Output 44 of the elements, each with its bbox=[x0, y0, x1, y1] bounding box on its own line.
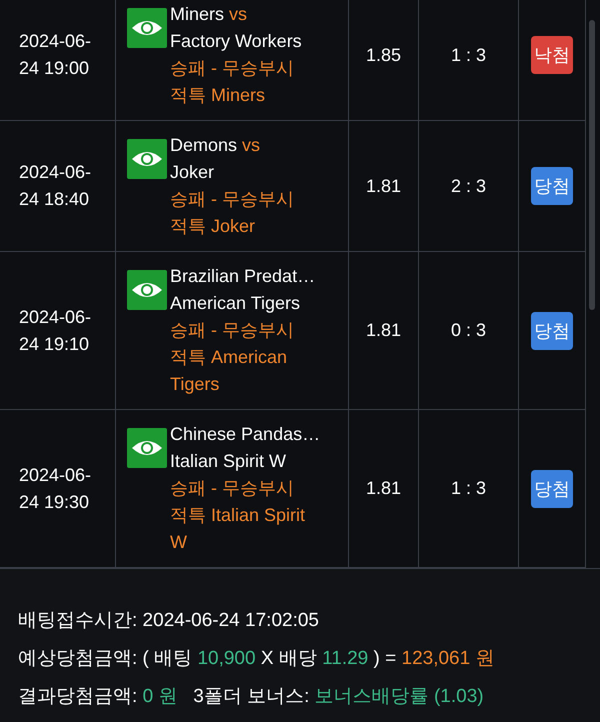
odds: 1.85 bbox=[366, 44, 402, 66]
result-badge: 당첨 bbox=[531, 312, 573, 350]
home-team: Demons vs bbox=[170, 134, 262, 157]
scrollbar[interactable] bbox=[589, 20, 595, 310]
bet-market: 승패 - 무승부시 적특 Joker bbox=[170, 188, 295, 238]
home-team: Chinese Pandas… bbox=[170, 423, 322, 446]
odds: 1.81 bbox=[366, 174, 402, 198]
result-badge: 당첨 bbox=[531, 470, 573, 508]
summary-text: 123,061 원 bbox=[402, 648, 494, 669]
summary-text: 3폴더 보너스: bbox=[192, 686, 310, 707]
view-icon[interactable] bbox=[127, 270, 167, 310]
bet-time: 2024-06-24 19:10 bbox=[19, 306, 92, 356]
score: 0 : 3 bbox=[450, 319, 486, 342]
summary-text: 11.29 bbox=[322, 648, 368, 669]
bet-market: 승패 - 무승부시 적특 American Tigers bbox=[170, 319, 295, 396]
away-team: Factory Workers bbox=[170, 30, 303, 53]
score: 1 : 3 bbox=[450, 44, 486, 66]
view-icon[interactable] bbox=[127, 8, 167, 48]
summary-text: X 배당 bbox=[260, 648, 318, 669]
away-team: Joker bbox=[170, 161, 216, 184]
summary-text: 0 원 bbox=[142, 686, 178, 707]
result-badge: 당첨 bbox=[531, 167, 573, 205]
result-badge: 낙첨 bbox=[531, 36, 573, 74]
bet-market: 승패 - 무승부시 적특 Italian Spirit W bbox=[170, 477, 306, 554]
away-team: Italian Spirit W bbox=[170, 450, 288, 473]
bet-market: 승패 - 무승부시 적특 Miners bbox=[170, 57, 295, 107]
odds: 1.81 bbox=[366, 319, 402, 342]
score: 1 : 3 bbox=[450, 477, 486, 500]
odds: 1.81 bbox=[366, 477, 402, 500]
view-icon[interactable] bbox=[127, 139, 167, 179]
summary-text: 보너스배당률 (1.03) bbox=[314, 686, 484, 707]
bet-time: 2024-06-24 19:30 bbox=[19, 464, 92, 514]
bet-time: 2024-06-24 18:40 bbox=[19, 161, 92, 211]
home-team: Miners vs bbox=[170, 3, 248, 26]
summary-text: ) = bbox=[372, 648, 398, 669]
view-icon[interactable] bbox=[127, 428, 167, 468]
score: 2 : 3 bbox=[450, 174, 486, 198]
summary-text: 예상당첨금액: ( 배팅 bbox=[18, 648, 194, 669]
bet-time: 2024-06-24 19:00 bbox=[19, 30, 92, 80]
summary-text: 10,900 bbox=[197, 648, 256, 669]
home-team: Brazilian Predat… bbox=[170, 265, 316, 288]
summary-text: 결과당첨금액: bbox=[18, 686, 138, 707]
summary-text: 배팅접수시간: 2024-06-24 17:02:05 bbox=[18, 610, 319, 631]
away-team: American Tigers bbox=[170, 292, 302, 315]
